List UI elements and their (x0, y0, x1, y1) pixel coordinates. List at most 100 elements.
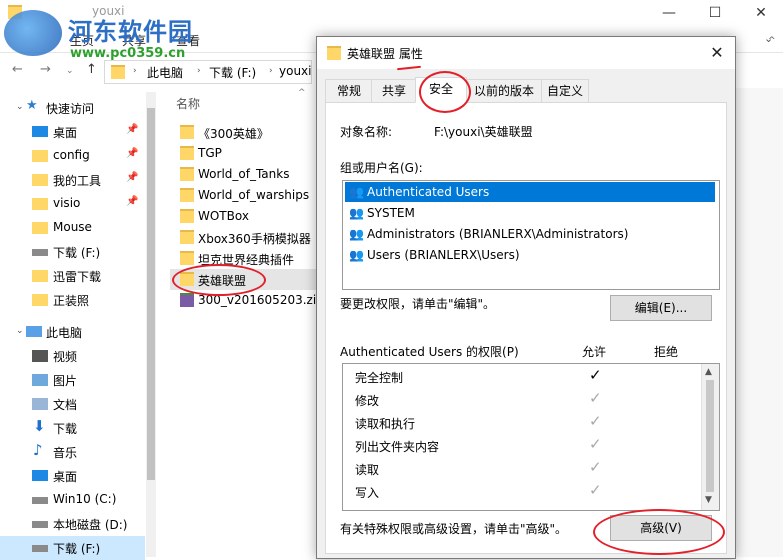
chevron-down-icon[interactable]: ▼ (705, 495, 712, 505)
permission-row: 完全控制 ✓ (343, 365, 699, 388)
sidebar-item-visio[interactable]: visio 📌 (0, 192, 145, 216)
permissions-label: Authenticated Users 的权限(P) (340, 345, 519, 359)
check-icon: ✓ (589, 389, 602, 407)
annotation-ring-advanced (593, 509, 725, 555)
column-header-name[interactable]: 名称 (176, 95, 200, 112)
back-arrow-icon[interactable]: ← (12, 62, 23, 77)
folder-icon (32, 294, 48, 306)
drive-icon (32, 545, 48, 552)
sidebar-item-label: 正装照 (53, 294, 90, 308)
permissions-scrollbar[interactable]: ▲ ▼ (701, 364, 719, 510)
drive-icon (32, 497, 48, 504)
pin-icon[interactable]: 📌 (126, 196, 138, 207)
folder-icon (180, 146, 194, 160)
dialog-titlebar: 英雄联盟 属性 ✕ (317, 37, 735, 69)
chevron-down-icon[interactable]: ⌄ (16, 102, 24, 112)
minimize-button[interactable]: — (646, 0, 692, 26)
folder-icon (180, 251, 194, 265)
sidebar-item-videos[interactable]: 视频 (0, 344, 145, 368)
user-row[interactable]: 👥 Administrators (BRIANLERX\Administrato… (345, 224, 715, 244)
sidebar-item-label: 快速访问 (46, 102, 95, 116)
maximize-button[interactable]: ☐ (692, 0, 738, 26)
address-bar[interactable]: › 此电脑 › 下载 (F:) › youxi (104, 60, 312, 84)
sidebar-item-downloads[interactable]: ⬇ 下载 (0, 416, 145, 440)
annotation-ring-tab (419, 71, 471, 113)
drive-icon (32, 521, 48, 528)
file-name: World_of_Tanks (198, 167, 290, 181)
forward-arrow-icon[interactable]: → (40, 62, 51, 77)
star-icon: ★ (26, 98, 38, 113)
breadcrumb-this-pc[interactable]: 此电脑 (147, 64, 183, 81)
sidebar-item-label: 我的工具 (53, 174, 102, 188)
close-button[interactable]: ✕ (738, 0, 783, 26)
permission-row: 写入 ✓ (343, 480, 699, 503)
user-row[interactable]: 👥 SYSTEM (345, 203, 715, 223)
permission-row: 读取和执行 ✓ (343, 411, 699, 434)
sidebar-item-label: config (53, 148, 90, 162)
sidebar-item-thunder-downloads[interactable]: 迅雷下载 (0, 264, 145, 288)
user-name: Administrators (BRIANLERX\Administrators… (367, 227, 629, 241)
chevron-up-icon[interactable]: ▲ (705, 367, 712, 377)
folder-icon (32, 150, 48, 162)
sidebar-item-drive-c[interactable]: Win10 (C:) (0, 488, 145, 512)
sidebar-item-pictures[interactable]: 图片 (0, 368, 145, 392)
pin-icon[interactable]: 📌 (126, 124, 138, 135)
allow-column-label: 允许 (582, 345, 607, 359)
sidebar-item-photos[interactable]: 正装照 (0, 288, 145, 312)
scrollbar-thumb[interactable] (706, 380, 714, 492)
permission-name: 写入 (355, 486, 380, 500)
sidebar-item-label: 下载 (53, 422, 78, 436)
pin-icon[interactable]: 📌 (126, 172, 138, 183)
sidebar-item-desktop-2[interactable]: 桌面 (0, 464, 145, 488)
download-icon: ⬇ (33, 417, 46, 435)
sidebar-item-documents[interactable]: 文档 (0, 392, 145, 416)
permission-name: 读取和执行 (355, 417, 416, 431)
folder-icon (180, 188, 194, 202)
folder-icon (32, 174, 48, 186)
computer-icon (26, 326, 42, 337)
user-row[interactable]: 👥 Users (BRIANLERX\Users) (345, 245, 715, 265)
sidebar-item-desktop[interactable]: 桌面 📌 (0, 120, 145, 144)
user-name: Authenticated Users (367, 185, 490, 199)
chevron-down-icon[interactable]: ⌄ (66, 66, 74, 76)
tab-previous-versions[interactable]: 以前的版本 (465, 79, 543, 103)
chevron-up-icon[interactable]: ^ (768, 36, 776, 46)
sidebar-item-label: 桌面 (53, 126, 78, 140)
folder-icon (111, 65, 125, 79)
sidebar-scrollbar-thumb[interactable] (147, 108, 155, 480)
edit-button[interactable]: 编辑(E)... (610, 295, 712, 321)
sidebar-item-mouse[interactable]: Mouse (0, 216, 145, 240)
tab-sharing[interactable]: 共享 (371, 79, 417, 103)
pin-icon[interactable]: 📌 (126, 148, 138, 159)
permissions-list: 完全控制 ✓ 修改 ✓ 读取和执行 ✓ 列出文件夹内容 ✓ 读取 ✓ 写入 ✓ ▲ ▼ (342, 363, 720, 511)
chevron-right-icon: › (269, 66, 273, 76)
object-name-value: F:\youxi\英雄联盟 (434, 125, 533, 139)
sidebar-item-label: visio (53, 196, 81, 210)
desktop-icon (32, 126, 48, 137)
check-icon: ✓ (589, 412, 602, 430)
sidebar-item-my-tools[interactable]: 我的工具 📌 (0, 168, 145, 192)
sidebar-item-quick-access[interactable]: ★ 快速访问 ⌄ (0, 96, 145, 120)
breadcrumb-folder[interactable]: youxi (279, 64, 311, 78)
sidebar-item-drive-f-2[interactable]: 下载 (F:) (0, 536, 145, 560)
sidebar-item-drive-f[interactable]: 下载 (F:) (0, 240, 145, 264)
user-name: Users (BRIANLERX\Users) (367, 248, 520, 262)
up-arrow-icon[interactable]: ↑ (86, 62, 97, 77)
tab-customize[interactable]: 自定义 (541, 79, 589, 103)
close-icon[interactable]: ✕ (705, 41, 729, 65)
chevron-down-icon[interactable]: ⌄ (16, 326, 24, 336)
users-icon: 👥 (349, 227, 364, 241)
watermark-logo (4, 10, 62, 56)
file-name: Xbox360手柄模拟器 (198, 232, 311, 246)
breadcrumb-drive[interactable]: 下载 (F:) (209, 64, 256, 81)
sidebar-item-label: 迅雷下载 (53, 270, 102, 284)
users-icon: 👥 (349, 206, 364, 220)
sidebar-item-music[interactable]: ♪ 音乐 (0, 440, 145, 464)
sidebar-item-drive-d[interactable]: 本地磁盘 (D:) (0, 512, 145, 536)
picture-icon (32, 374, 48, 386)
sidebar-item-config[interactable]: config 📌 (0, 144, 145, 168)
sidebar-item-this-pc[interactable]: ⌄ 此电脑 (0, 320, 145, 344)
user-row[interactable]: 👥 Authenticated Users (345, 182, 715, 202)
tab-general[interactable]: 常规 (325, 79, 373, 103)
file-name: World_of_warships (198, 188, 310, 202)
